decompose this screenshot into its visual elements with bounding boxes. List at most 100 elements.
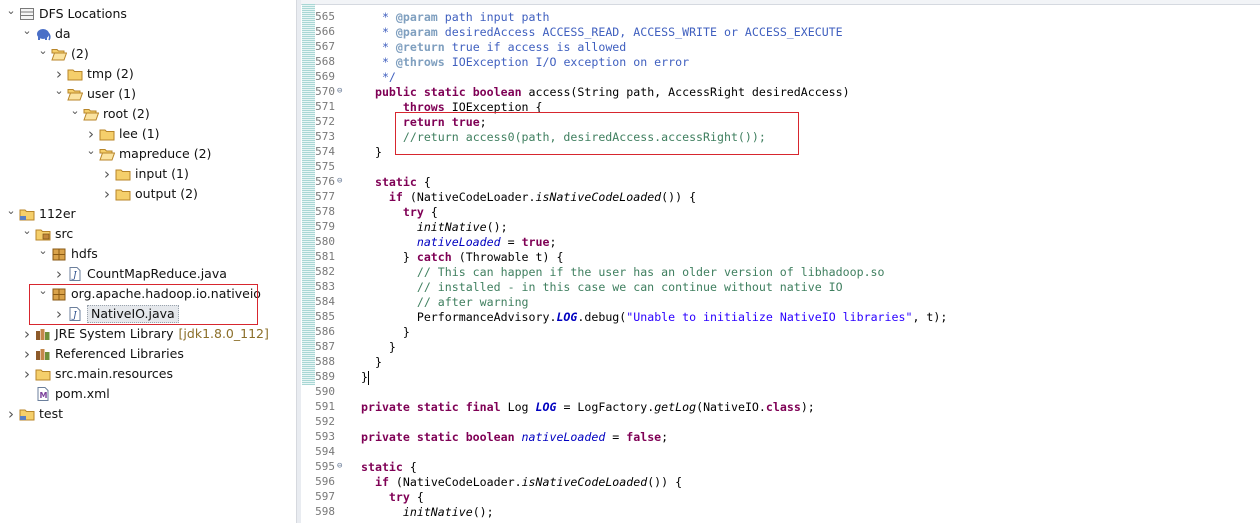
tree-item[interactable]: › src.main.resources <box>20 364 173 384</box>
code-line[interactable]: * @return true if access is allowed <box>361 40 626 54</box>
line-number: 568 <box>315 55 335 68</box>
xml-file-icon-graphic: M <box>37 387 49 401</box>
code-line[interactable]: */ <box>361 70 396 84</box>
tree-item[interactable]: › J CountMapReduce.java <box>52 264 227 284</box>
code-line[interactable]: public static boolean access(String path… <box>361 85 850 99</box>
tree-item[interactable]: Mpom.xml <box>20 384 110 404</box>
code-line[interactable]: private static boolean nativeLoaded = fa… <box>361 430 668 444</box>
tree-item[interactable]: › JRE System Library [jdk1.8.0_112] <box>20 324 269 344</box>
folder-open-icon-graphic <box>99 149 115 161</box>
code-line[interactable]: private static final Log LOG = LogFactor… <box>361 400 815 414</box>
folder-open-icon <box>99 147 115 161</box>
tree-item[interactable]: ⌄ hdfs <box>36 241 97 264</box>
tree-item-label: mapreduce (2) <box>119 146 212 161</box>
code-token: nativeLoaded <box>416 235 501 249</box>
code-line[interactable]: * @throws IOException I/O exception on e… <box>361 55 689 69</box>
code-token: { <box>416 175 431 189</box>
tree-item[interactable]: ⌄ (2) <box>36 41 88 64</box>
tree-item[interactable]: ⌄ user (1) <box>52 84 136 104</box>
fold-collapse-icon[interactable]: ⊖ <box>337 461 342 471</box>
code-line[interactable]: nativeLoaded = true; <box>361 235 557 249</box>
tree-item[interactable]: › output (2) <box>100 184 198 204</box>
chevron-down-icon[interactable]: ⌄ <box>68 101 82 121</box>
line-number: 590 <box>315 385 335 398</box>
folder-icon-graphic <box>115 189 131 201</box>
tree-item-label: da <box>55 26 71 41</box>
code-line[interactable]: static { <box>361 460 417 474</box>
line-number: 573 <box>315 130 335 143</box>
line-number: 574 <box>315 145 335 158</box>
code-line[interactable]: } <box>361 355 382 369</box>
tree-item[interactable]: › input (1) <box>100 164 189 184</box>
code-line[interactable]: static { <box>361 175 431 189</box>
fold-collapse-icon[interactable]: ⊖ <box>337 176 342 186</box>
code-token: getLog <box>654 400 697 414</box>
line-number: 585 <box>315 310 335 323</box>
code-line[interactable]: } <box>361 325 410 339</box>
code-line[interactable]: // This can happen if the user has an ol… <box>361 265 885 279</box>
code-line[interactable]: initNative(); <box>361 505 494 519</box>
tree-item-label: DFS Locations <box>39 6 127 21</box>
chevron-right-icon[interactable]: › <box>100 184 114 204</box>
code-line[interactable]: // installed - in this case we can conti… <box>361 280 843 294</box>
tree-item[interactable]: ⌄ root (2) <box>68 101 149 124</box>
project-icon <box>19 407 35 421</box>
code-line[interactable]: } <box>361 340 396 354</box>
code-line[interactable]: } <box>361 370 369 385</box>
chevron-down-icon[interactable]: ⌄ <box>36 241 50 261</box>
chevron-down-icon[interactable]: ⌄ <box>4 1 18 21</box>
folder-open-icon <box>83 107 99 121</box>
folder-open-icon <box>51 47 67 61</box>
tree-item[interactable]: ⌄ mapreduce (2) <box>84 144 211 164</box>
code-line[interactable]: * @param path input path <box>361 10 550 24</box>
chevron-down-icon[interactable]: ⌄ <box>4 201 18 221</box>
library-icon <box>35 327 51 341</box>
tree-item-label: pom.xml <box>55 386 110 401</box>
chevron-right-icon[interactable]: › <box>20 344 34 364</box>
code-token: (NativeIO. <box>696 400 766 414</box>
line-number: 569 <box>315 70 335 83</box>
chevron-right-icon[interactable]: › <box>100 164 114 184</box>
chevron-down-icon[interactable]: ⌄ <box>36 41 50 61</box>
code-token: desiredAccess ACCESS_READ, ACCESS_WRITE … <box>437 25 843 39</box>
code-line[interactable]: // after warning <box>361 295 529 309</box>
code-line[interactable]: try { <box>361 205 438 219</box>
code-line[interactable]: * @param desiredAccess ACCESS_READ, ACCE… <box>361 25 843 39</box>
tree-item[interactable]: › test <box>4 404 63 424</box>
code-token: true if access is allowed <box>444 40 627 54</box>
code-line[interactable]: if (NativeCodeLoader.isNativeCodeLoaded(… <box>361 190 696 204</box>
code-line[interactable]: if (NativeCodeLoader.isNativeCodeLoaded(… <box>361 475 682 489</box>
project-icon-graphic <box>19 209 35 221</box>
tree-item-label: lee (1) <box>119 126 160 141</box>
chevron-down-icon[interactable]: ⌄ <box>20 21 34 41</box>
line-number: 575 <box>315 160 335 173</box>
chevron-right-icon[interactable]: › <box>4 404 18 424</box>
tree-item-label: Referenced Libraries <box>55 346 184 361</box>
chevron-right-icon[interactable]: › <box>20 324 34 344</box>
code-token: = <box>500 235 522 249</box>
chevron-down-icon[interactable]: ⌄ <box>52 81 66 101</box>
folder-icon-graphic <box>99 129 115 141</box>
code-line[interactable]: initNative(); <box>361 220 508 234</box>
fold-collapse-icon[interactable]: ⊖ <box>337 86 342 96</box>
chevron-right-icon[interactable]: › <box>52 264 66 284</box>
line-number: 581 <box>315 250 335 263</box>
tree-item-label: tmp (2) <box>87 66 134 81</box>
chevron-right-icon[interactable]: › <box>20 364 34 384</box>
line-number: 582 <box>315 265 335 278</box>
code-line[interactable]: } <box>361 145 382 159</box>
code-editor[interactable]: 565 * @param path input path 566 * @param… <box>301 0 1260 523</box>
tree-item[interactable]: › Referenced Libraries <box>20 344 184 364</box>
tree-item[interactable]: ⌄ 112er <box>4 201 75 224</box>
chevron-down-icon[interactable]: ⌄ <box>20 221 34 241</box>
line-number: 587 <box>315 340 335 353</box>
code-line[interactable]: } catch (Throwable t) { <box>361 250 564 264</box>
folder-open-icon-graphic <box>83 109 99 121</box>
code-line[interactable]: PerformanceAdvisory.LOG.debug("Unable to… <box>361 310 948 324</box>
chevron-down-icon[interactable]: ⌄ <box>84 141 98 161</box>
package-icon <box>51 247 67 261</box>
code-line[interactable]: try { <box>361 490 424 504</box>
